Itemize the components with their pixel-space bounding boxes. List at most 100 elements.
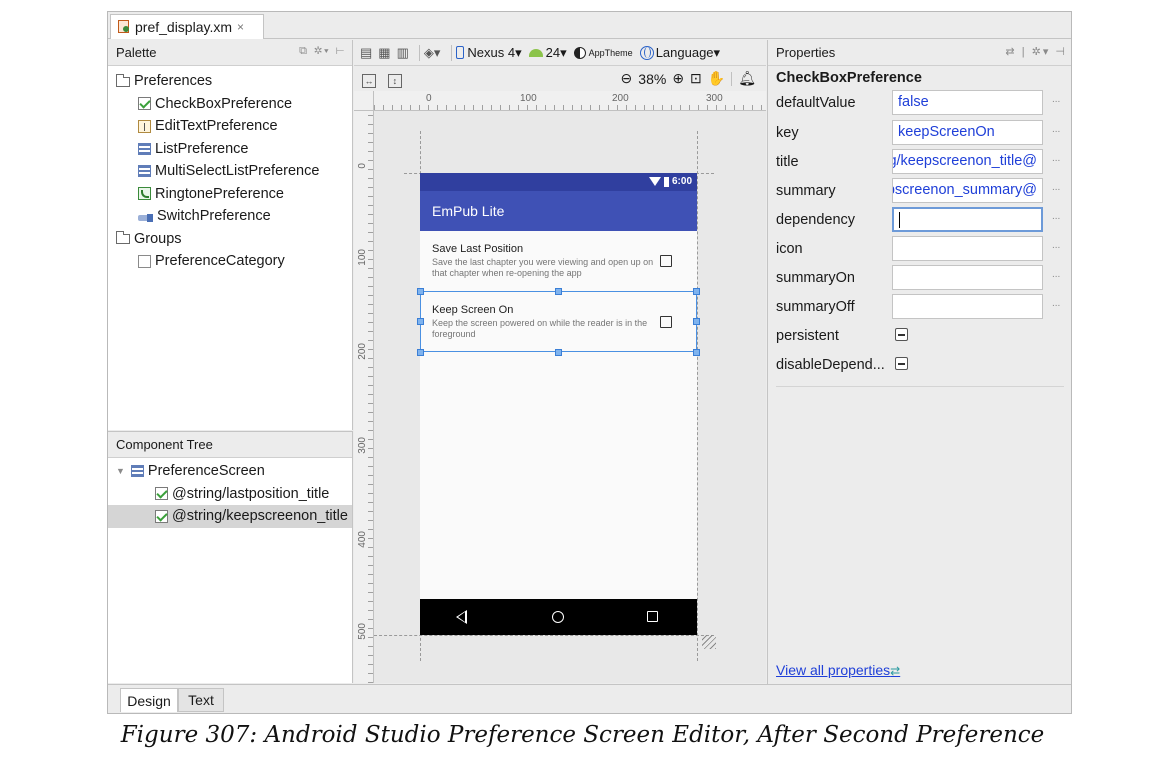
property-input-summaryoff[interactable] bbox=[892, 294, 1043, 319]
palette-panel: Palette ⧉ ✲▾ ⊢ Preferences CheckBoxPrefe… bbox=[108, 40, 353, 430]
resize-handle[interactable] bbox=[417, 349, 424, 356]
tree-item-preferencescreen[interactable]: ▼ PreferenceScreen bbox=[108, 460, 352, 483]
more-options-icon[interactable]: ... bbox=[1052, 298, 1060, 309]
back-icon bbox=[456, 610, 467, 624]
resize-handle[interactable] bbox=[693, 318, 700, 325]
property-row-dependency: dependency ... bbox=[768, 205, 1071, 234]
palette-item-multiselectlistpreference[interactable]: MultiSelectListPreference bbox=[108, 160, 352, 183]
view-all-properties-link[interactable]: View all properties⇄ bbox=[776, 662, 900, 678]
edittext-icon bbox=[138, 119, 151, 133]
device-selector[interactable]: Nexus 4 ▾ bbox=[456, 45, 522, 61]
globe-icon bbox=[639, 45, 654, 60]
zoom-in-icon[interactable]: ⊕ bbox=[672, 70, 684, 87]
property-input-icon[interactable] bbox=[892, 236, 1043, 261]
palette-item-preferencecategory[interactable]: PreferenceCategory bbox=[108, 250, 352, 273]
palette-item-ringtonepreference[interactable]: RingtonePreference bbox=[108, 183, 352, 206]
properties-divider bbox=[776, 386, 1064, 387]
tab-design[interactable]: Design bbox=[120, 688, 178, 712]
property-label: summaryOn bbox=[776, 270, 855, 286]
editor-mode-tabs: Design Text bbox=[108, 684, 1071, 713]
property-row-persistent: persistent bbox=[768, 321, 1071, 350]
figure-caption: Figure 307: Android Studio Preference Sc… bbox=[120, 722, 1045, 748]
property-label: title bbox=[776, 154, 799, 170]
preference-save-last-position[interactable]: Save Last Position Save the last chapter… bbox=[432, 243, 682, 279]
device-label: Nexus 4 bbox=[467, 45, 516, 60]
api-selector[interactable]: 24 ▾ bbox=[528, 45, 567, 61]
more-options-icon[interactable]: ... bbox=[1052, 182, 1060, 193]
switch-icon bbox=[138, 213, 153, 222]
split-view-icon[interactable]: ▥ bbox=[397, 45, 409, 61]
palette-settings-icon[interactable]: ⧉ ✲▾ ⊢ bbox=[299, 45, 346, 58]
design-view-icon[interactable]: ▤ bbox=[360, 45, 372, 61]
more-options-icon[interactable]: ... bbox=[1052, 240, 1060, 251]
resize-handle[interactable] bbox=[693, 288, 700, 295]
palette-group-preferences[interactable]: Preferences bbox=[108, 70, 352, 93]
pan-hand-icon[interactable]: ✋ bbox=[708, 70, 725, 87]
blueprint-view-icon[interactable]: ▦ bbox=[378, 45, 390, 61]
tab-text[interactable]: Text bbox=[178, 688, 224, 712]
file-tab-label: pref_display.xm bbox=[135, 19, 233, 35]
design-canvas[interactable]: 0 100 200 300 0 100 200 300 400 500 6:00 bbox=[354, 91, 766, 683]
editor-tab-bar: pref_display.xm × bbox=[108, 12, 1071, 39]
fit-width-icon[interactable]: ↔ bbox=[362, 74, 376, 88]
resize-handle[interactable] bbox=[555, 349, 562, 356]
orientation-icon[interactable]: ◈▾ bbox=[424, 45, 441, 61]
property-row-summaryon: summaryOn ... bbox=[768, 263, 1071, 292]
preference-checkbox[interactable] bbox=[660, 255, 672, 267]
properties-panel: Properties ⇄ | ✲▾ ⊣ CheckBoxPreference d… bbox=[767, 40, 1071, 684]
property-input-summary[interactable]: @string/keepscreenon_summary bbox=[892, 178, 1043, 203]
more-options-icon[interactable]: ... bbox=[1052, 124, 1060, 135]
resize-handle[interactable] bbox=[555, 288, 562, 295]
resize-handle[interactable] bbox=[417, 288, 424, 295]
property-toggle-persistent[interactable] bbox=[895, 328, 908, 341]
property-toggle-disabledependents[interactable] bbox=[895, 357, 908, 370]
zoom-level: 38% bbox=[638, 70, 667, 87]
more-options-icon[interactable]: ... bbox=[1052, 211, 1060, 222]
close-icon[interactable]: × bbox=[237, 20, 244, 34]
palette-item-switchpreference[interactable]: SwitchPreference bbox=[108, 205, 352, 228]
home-icon bbox=[552, 611, 564, 623]
tree-item-label: PreferenceScreen bbox=[147, 463, 265, 480]
palette-item-edittextpreference[interactable]: EditTextPreference bbox=[108, 115, 352, 138]
resize-handle[interactable] bbox=[693, 349, 700, 356]
more-options-icon[interactable]: ... bbox=[1052, 94, 1060, 105]
palette-item-label: SwitchPreference bbox=[157, 208, 271, 225]
palette-item-listpreference[interactable]: ListPreference bbox=[108, 138, 352, 161]
tree-item-keepscreenon[interactable]: @string/keepscreenon_title bbox=[108, 505, 352, 528]
file-tab[interactable]: pref_display.xm × bbox=[110, 14, 264, 39]
palette-item-label: EditTextPreference bbox=[155, 118, 278, 135]
ruler-label: 500 bbox=[357, 623, 368, 640]
theme-selector[interactable]: AppTheme bbox=[573, 46, 633, 59]
properties-settings-icon[interactable]: ⇄ | ✲▾ ⊣ bbox=[1005, 45, 1067, 58]
property-input-title[interactable]: @string/keepscreenon_title bbox=[892, 149, 1043, 174]
palette-item-checkboxpreference[interactable]: CheckBoxPreference bbox=[108, 93, 352, 116]
properties-header: Properties ⇄ | ✲▾ ⊣ bbox=[768, 40, 1071, 66]
ruler-label: 100 bbox=[357, 249, 368, 266]
palette-title: Palette bbox=[116, 45, 157, 60]
phone-icon bbox=[456, 46, 465, 59]
zoom-fit-icon[interactable]: ⊡ bbox=[690, 70, 702, 87]
ruler-label: 300 bbox=[357, 437, 368, 454]
property-input-dependency[interactable] bbox=[892, 207, 1043, 232]
property-input-summaryon[interactable] bbox=[892, 265, 1043, 290]
resize-handle[interactable] bbox=[417, 318, 424, 325]
more-options-icon[interactable]: ... bbox=[1052, 269, 1060, 280]
property-row-title: title @string/keepscreenon_title ... bbox=[768, 147, 1071, 176]
zoom-out-icon[interactable]: ⊖ bbox=[621, 70, 633, 87]
language-selector[interactable]: Language ▾ bbox=[639, 45, 720, 61]
expand-arrow-icon[interactable]: ▼ bbox=[116, 466, 125, 476]
swap-arrow-icon: ⇄ bbox=[890, 664, 901, 678]
ruler-label: 100 bbox=[520, 93, 537, 104]
more-options-icon[interactable]: ... bbox=[1052, 153, 1060, 164]
device-resize-grip-icon[interactable] bbox=[702, 635, 716, 649]
tree-item-lastposition[interactable]: @string/lastposition_title bbox=[108, 483, 352, 506]
property-row-summaryoff: summaryOff ... bbox=[768, 292, 1071, 321]
fit-height-icon[interactable]: ↕ bbox=[387, 74, 402, 88]
property-input-key[interactable]: keepScreenOn bbox=[892, 120, 1043, 145]
xml-file-icon bbox=[117, 20, 131, 34]
property-input-defaultvalue[interactable]: false bbox=[892, 90, 1043, 115]
navigation-bar bbox=[420, 599, 697, 635]
palette-group-groups[interactable]: Groups bbox=[108, 228, 352, 251]
checkbox-icon bbox=[155, 487, 168, 501]
notification-bell-icon[interactable]: 🔔︎ bbox=[738, 70, 756, 87]
